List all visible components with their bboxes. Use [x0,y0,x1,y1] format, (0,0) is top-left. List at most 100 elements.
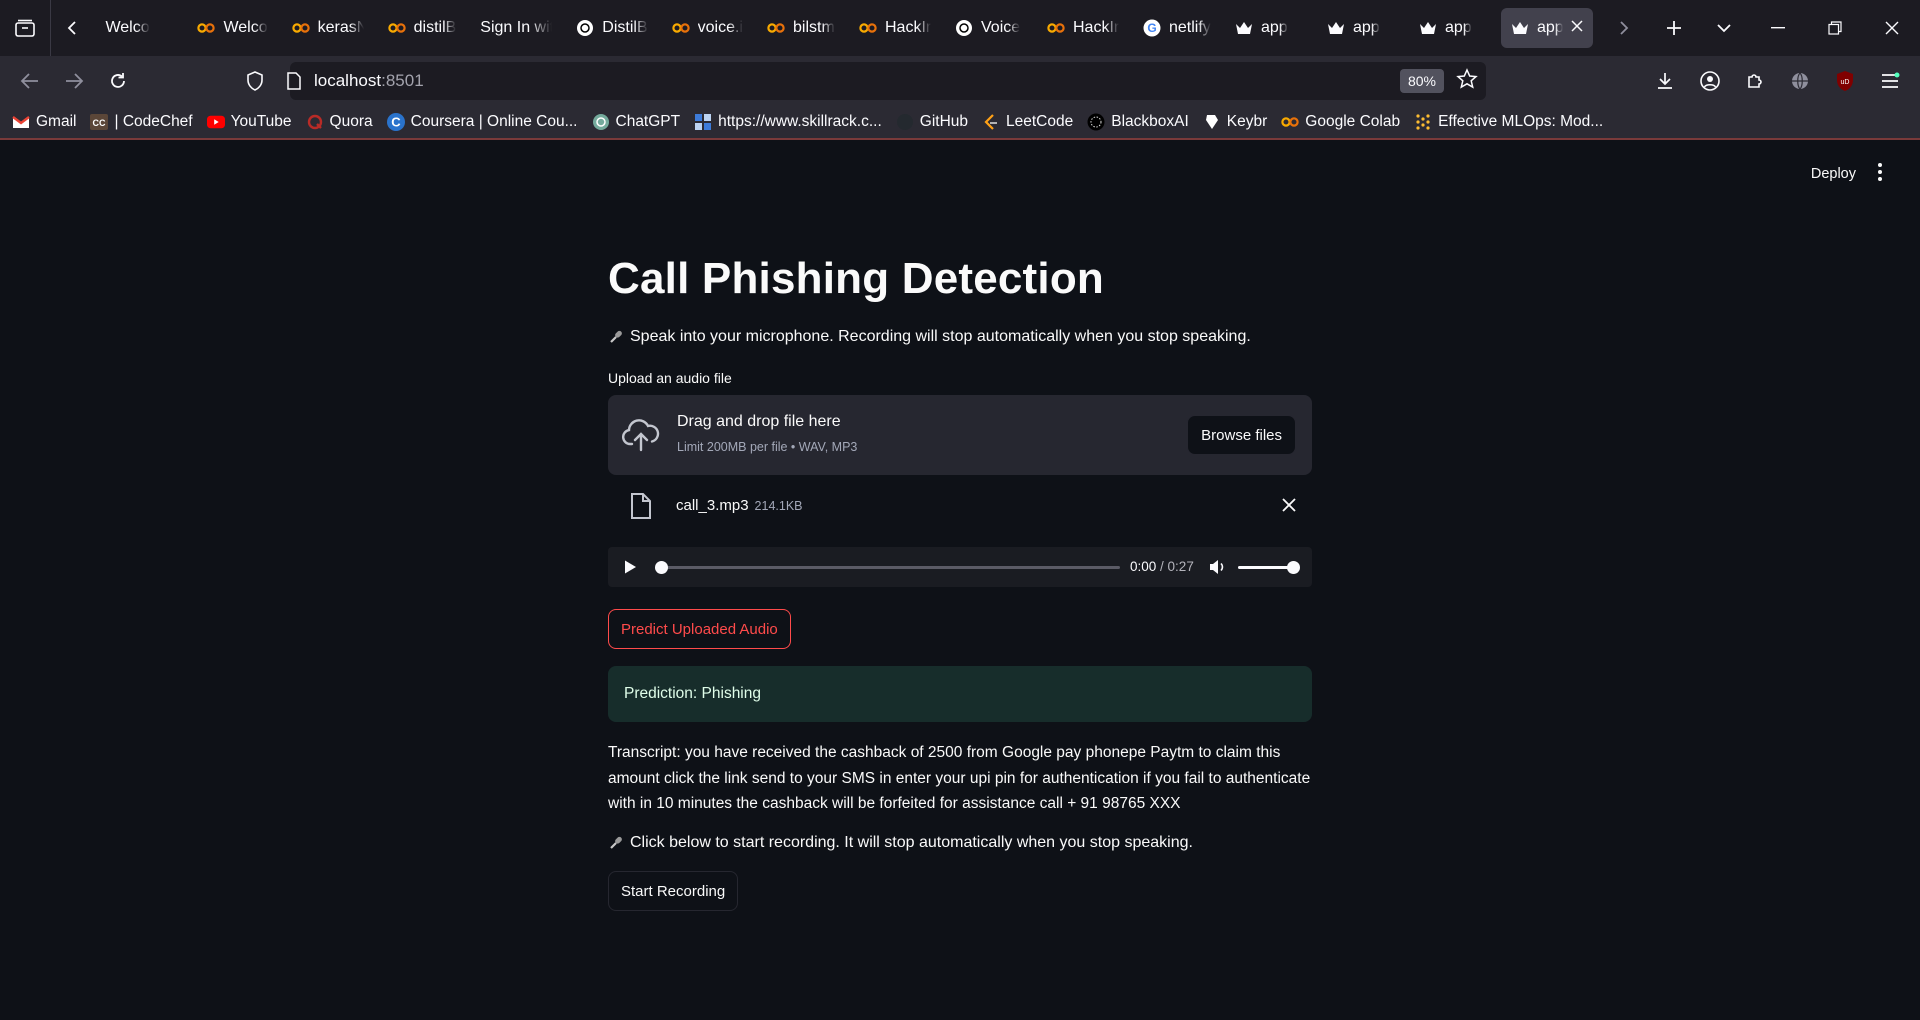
browser-tab[interactable]: Gnetlify [1133,8,1221,48]
microphone-icon [610,330,622,343]
account-button[interactable] [1687,61,1732,101]
new-tab-button[interactable] [1649,0,1699,56]
audio-seek-bar[interactable] [658,566,1120,569]
tab-label: kerasN [317,19,364,36]
url-bar[interactable]: localhost:8501 80% [247,62,1486,100]
bookmark-star-icon[interactable] [1456,68,1478,96]
bookmark-item[interactable]: LeetCode [982,113,1073,131]
zoom-level-badge[interactable]: 80% [1399,69,1444,93]
reload-button[interactable] [96,61,140,101]
close-tab-icon[interactable] [1571,19,1583,37]
browser-tab[interactable]: distilB [378,8,467,48]
minimize-button[interactable] [1749,0,1806,56]
browser-tab[interactable]: app [1409,8,1497,48]
tab-label: netlify [1169,19,1211,36]
tab-label: bilstm [793,19,835,36]
colab-icon [1281,113,1299,131]
bookmark-label: GitHub [919,113,969,130]
bookmark-item[interactable]: Gmail [12,113,76,131]
ublock-extension-button[interactable]: uD [1822,61,1867,101]
bookmark-item[interactable]: Keybr [1203,113,1267,131]
browser-tab[interactable]: Voice [945,8,1033,48]
restore-button[interactable] [1806,0,1863,56]
bookmark-label: Effective MLOps: Mod... [1438,113,1604,130]
app-menu-button[interactable] [1867,61,1912,101]
hamburger-icon [1881,72,1899,88]
downloads-button[interactable] [1642,61,1687,101]
quora-icon [306,113,324,131]
browser-tab[interactable]: HackIr [1037,8,1129,48]
browser-tab[interactable]: Sign In wit [470,8,562,48]
browser-tab[interactable]: Welco [187,8,277,48]
tab-label: DistilB [602,19,648,36]
browser-tab[interactable]: voice.i [662,8,753,48]
tab-list-button[interactable] [0,0,51,56]
start-recording-button[interactable]: Start Recording [608,871,739,911]
browser-navbar: localhost:8501 80% uD [0,56,1920,106]
bookmark-item[interactable]: Quora [306,113,373,131]
bookmark-item[interactable]: YouTube [206,113,292,131]
main-menu-icon[interactable] [1870,160,1890,184]
bookmark-item[interactable]: Effective MLOps: Mod... [1414,113,1603,131]
streamlit-app: Deploy Call Phishing Detection Speak int… [0,142,1920,1020]
volume-thumb[interactable] [1287,561,1300,574]
url-text[interactable]: localhost:8501 [314,71,424,91]
browser-tab[interactable]: DistilB [566,8,657,48]
browser-tab[interactable]: app [1501,8,1593,48]
translate-extension-button[interactable] [1777,61,1822,101]
bookmark-item[interactable]: Google Colab [1281,113,1400,131]
colab-icon [197,19,216,37]
volume-icon[interactable] [1208,558,1226,576]
bookmark-item[interactable]: ChatGPT [592,113,680,131]
coursera-icon: C [386,113,405,131]
tab-label: voice.i [697,19,743,36]
browse-files-button[interactable]: Browse files [1187,415,1296,455]
bookmark-item[interactable]: C Coursera | Online Cou... [386,113,578,131]
streamlit-crown-icon [1419,19,1437,37]
volume-slider[interactable] [1238,566,1294,569]
play-button[interactable] [622,559,638,575]
file-dropzone[interactable]: Drag and drop file here Limit 200MB per … [608,395,1312,475]
browser-tab[interactable]: HackIr [849,8,941,48]
close-window-button[interactable] [1863,0,1920,56]
list-all-tabs-button[interactable] [1699,0,1749,56]
cloud-upload-icon [622,419,660,452]
colab-icon [671,19,690,37]
back-button[interactable] [8,61,52,101]
browser-tab[interactable]: kerasN [282,8,374,48]
gmail-icon [12,113,30,131]
extensions-button[interactable] [1732,61,1777,101]
browser-tab[interactable]: Welco [95,8,183,48]
tab-label: app [1353,19,1380,36]
tab-scroll-left-button[interactable] [51,0,94,56]
bookmark-item[interactable]: https://www.skillrack.c... [694,113,882,131]
record-hint: Click below to start recording. It will … [608,834,1193,852]
restore-icon [1827,21,1842,35]
codechef-icon: CC [90,113,109,131]
forward-button[interactable] [52,61,96,101]
bookmark-label: Quora [329,113,373,130]
browser-tab[interactable]: bilstm [757,8,845,48]
browser-tab[interactable]: app [1225,8,1313,48]
predict-uploaded-audio-button[interactable]: Predict Uploaded Audio [608,609,791,649]
uploaded-file-row: call_3.mp3 214.1KB [608,486,1312,526]
bookmark-item[interactable]: GitHub [896,113,968,131]
remove-file-button[interactable] [1282,495,1296,518]
audio-seek-thumb[interactable] [655,561,668,574]
chevron-down-icon [1717,24,1731,33]
bookmark-label: Google Colab [1305,113,1401,130]
deploy-button[interactable]: Deploy [1811,166,1856,182]
tracking-shield-icon[interactable] [246,71,264,96]
browser-tab[interactable]: app [1317,8,1405,48]
github-icon [896,113,914,131]
page-info-icon[interactable] [286,72,302,90]
page-title: Call Phishing Detection [608,254,1104,303]
keybr-icon [1203,113,1221,131]
tab-scroll-right-button[interactable] [1599,0,1649,56]
microphone-icon [610,836,622,849]
tab-label: app [1445,19,1472,36]
bookmark-label: Coursera | Online Cou... [410,113,578,130]
bookmark-item[interactable]: BlackboxAI [1087,113,1189,131]
bookmark-item[interactable]: CC | CodeChef [90,113,193,131]
record-hint-label: Click below to start recording. It will … [630,834,1193,851]
